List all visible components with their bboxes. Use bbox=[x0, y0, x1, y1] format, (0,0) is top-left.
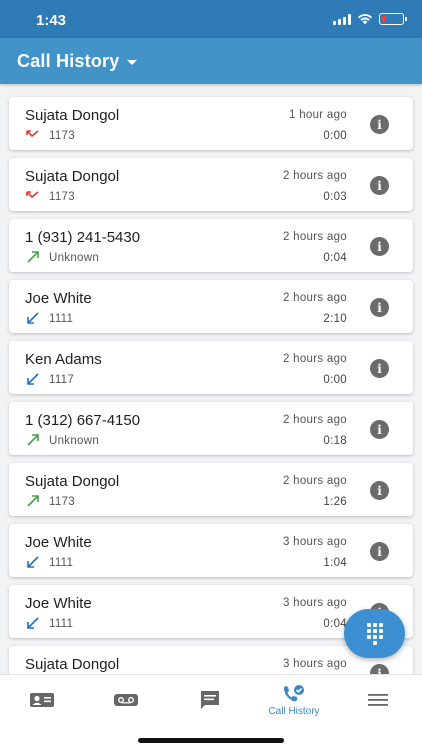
call-time: 2 hours ago bbox=[282, 292, 347, 304]
call-row[interactable]: 1 (931) 241-5430 Unknown 2 hours ago 0:04 i bbox=[9, 219, 413, 272]
home-indicator[interactable] bbox=[138, 738, 284, 743]
outgoing-call-icon bbox=[26, 494, 40, 508]
caller-number: 1173 bbox=[49, 130, 75, 142]
incoming-call-icon bbox=[26, 616, 40, 630]
page-title[interactable]: Call History bbox=[17, 51, 119, 72]
call-history-list[interactable]: Sujata Dongol 1173 1 hour ago 0:00 i Sujata D… bbox=[0, 84, 422, 674]
call-duration: 0:00 bbox=[323, 374, 347, 386]
call-row[interactable]: Sujata Dongol 1173 2 hours ago 1:26 i bbox=[9, 463, 413, 516]
caller-name: Joe White bbox=[25, 595, 92, 612]
caller-name: Sujata Dongol bbox=[25, 473, 120, 490]
info-icon[interactable]: i bbox=[370, 542, 389, 561]
info-icon[interactable]: i bbox=[370, 237, 389, 256]
caller-number: 1173 bbox=[49, 191, 75, 203]
status-bar: 1:43 bbox=[0, 0, 422, 38]
call-row[interactable]: 1 (312) 667-4150 Unknown 2 hours ago 0:18 i bbox=[9, 402, 413, 455]
outgoing-call-icon bbox=[26, 433, 40, 447]
info-icon[interactable]: i bbox=[370, 359, 389, 378]
caller-number: 1111 bbox=[49, 313, 74, 325]
dialpad-icon bbox=[366, 622, 383, 645]
call-row[interactable]: Sujata Dongol 1173 2 hours ago 0:03 i bbox=[9, 158, 413, 211]
call-row[interactable]: Joe White 1111 3 hours ago 1:04 i bbox=[9, 524, 413, 577]
call-duration: 1:26 bbox=[323, 496, 347, 508]
voicemail-icon bbox=[114, 694, 138, 706]
call-time: 1 hour ago bbox=[289, 109, 347, 121]
status-icons bbox=[333, 13, 407, 25]
signal-icon bbox=[333, 13, 351, 25]
caller-number: Unknown bbox=[49, 435, 100, 447]
call-duration: 0:03 bbox=[323, 191, 347, 203]
info-icon[interactable]: i bbox=[370, 176, 389, 195]
tab-call-history[interactable]: Call History bbox=[252, 675, 336, 725]
incoming-call-icon bbox=[26, 372, 40, 386]
app-header: Call History bbox=[0, 38, 422, 84]
call-time: 3 hours ago bbox=[282, 658, 347, 670]
missed-call-icon bbox=[26, 189, 40, 203]
call-time: 2 hours ago bbox=[282, 353, 347, 365]
caller-name: 1 (312) 667-4150 bbox=[25, 412, 141, 429]
outgoing-call-icon bbox=[26, 250, 40, 264]
caller-name: Sujata Dongol bbox=[25, 656, 120, 673]
tab-menu[interactable] bbox=[336, 675, 420, 725]
incoming-call-icon bbox=[26, 311, 40, 325]
tab-contacts[interactable] bbox=[0, 675, 84, 725]
caller-name: Joe White bbox=[25, 290, 92, 307]
call-time: 2 hours ago bbox=[282, 170, 347, 182]
menu-icon bbox=[368, 694, 388, 706]
call-time: 2 hours ago bbox=[282, 231, 347, 243]
tab-voicemail[interactable] bbox=[84, 675, 168, 725]
caller-number: 1173 bbox=[49, 496, 75, 508]
info-icon[interactable]: i bbox=[370, 298, 389, 317]
wifi-icon bbox=[358, 14, 372, 25]
call-history-icon bbox=[284, 684, 304, 701]
caller-number: 1117 bbox=[49, 374, 75, 386]
tab-call-history-label: Call History bbox=[268, 705, 320, 717]
call-duration: 0:18 bbox=[323, 435, 347, 447]
caller-name: Joe White bbox=[25, 534, 92, 551]
call-row[interactable]: Ken Adams 1117 2 hours ago 0:00 i bbox=[9, 341, 413, 394]
caller-number: Unknown bbox=[49, 252, 100, 264]
info-icon[interactable]: i bbox=[370, 664, 389, 674]
call-time: 2 hours ago bbox=[282, 475, 347, 487]
dropdown-caret-icon[interactable] bbox=[127, 59, 138, 65]
caller-name: Sujata Dongol bbox=[25, 107, 120, 124]
incoming-call-icon bbox=[26, 555, 40, 569]
call-time: 3 hours ago bbox=[282, 597, 347, 609]
caller-number: 1111 bbox=[49, 618, 74, 630]
call-duration: 2:10 bbox=[323, 313, 347, 325]
call-row[interactable]: Sujata Dongol 1173 1 hour ago 0:00 i bbox=[9, 97, 413, 150]
tab-messages[interactable] bbox=[168, 675, 252, 725]
contacts-icon bbox=[30, 693, 54, 707]
call-duration: 1:04 bbox=[323, 557, 347, 569]
call-duration: 0:00 bbox=[323, 130, 347, 142]
call-time: 2 hours ago bbox=[282, 414, 347, 426]
messages-icon bbox=[201, 691, 219, 709]
caller-name: Ken Adams bbox=[25, 351, 102, 368]
status-time: 1:43 bbox=[36, 12, 67, 29]
caller-name: Sujata Dongol bbox=[25, 168, 120, 185]
info-icon[interactable]: i bbox=[370, 481, 389, 500]
call-row[interactable]: Joe White 1111 2 hours ago 2:10 i bbox=[9, 280, 413, 333]
call-time: 3 hours ago bbox=[282, 536, 347, 548]
dialpad-button[interactable] bbox=[344, 609, 405, 658]
caller-number: 1111 bbox=[49, 557, 74, 569]
missed-call-icon bbox=[26, 128, 40, 142]
info-icon[interactable]: i bbox=[370, 420, 389, 439]
info-icon[interactable]: i bbox=[370, 115, 389, 134]
caller-name: 1 (931) 241-5430 bbox=[25, 229, 141, 246]
call-duration: 0:04 bbox=[323, 252, 347, 264]
battery-icon bbox=[379, 13, 407, 25]
